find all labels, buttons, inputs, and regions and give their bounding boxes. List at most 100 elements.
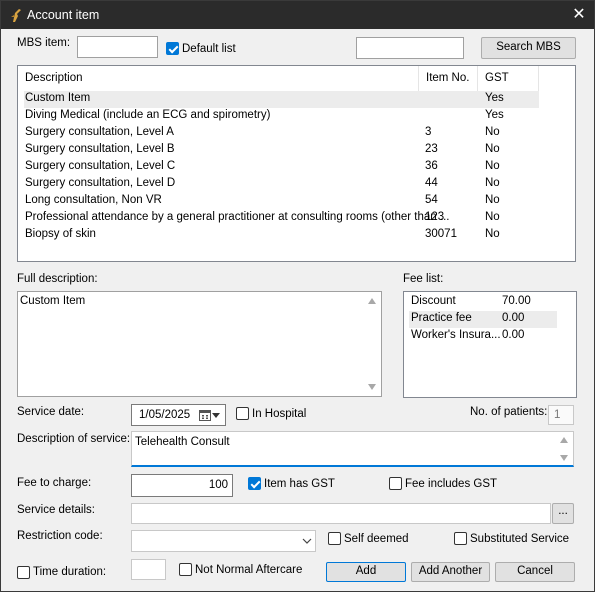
row-gst: No [485,177,500,189]
row-item-no: 54 [425,194,438,206]
calendar-icon[interactable] [199,409,211,421]
substituted-service-label: Substituted Service [470,533,570,545]
in-hospital-checkbox[interactable] [236,407,249,420]
service-details-browse-button[interactable]: ... [552,503,574,524]
scroll-down-icon[interactable] [368,384,376,390]
add-button-label: Add [355,565,377,577]
default-list-label: Default list [182,43,236,55]
list-item[interactable]: Discount 70.00 [409,294,557,311]
table-row[interactable]: Surgery consultation, Level C 36 No [24,159,539,176]
table-row[interactable]: Professional attendance by a general pra… [24,210,539,227]
column-header-description[interactable]: Description [18,66,419,91]
full-description-label: Full description: [17,273,98,285]
search-mbs-button[interactable]: Search MBS [481,37,576,59]
header-item-no-label: Item No. [426,72,470,84]
row-description: Surgery consultation, Level A [25,126,174,138]
header-description-label: Description [25,72,83,84]
row-description: Surgery consultation, Level D [25,177,176,189]
row-gst: No [485,194,500,206]
fee-to-charge-input[interactable]: 100 [131,474,233,497]
cancel-button[interactable]: Cancel [495,562,575,582]
time-duration-input[interactable] [131,559,166,580]
row-gst: Yes [485,92,504,104]
account-item-dialog: Account item ✕ MBS item: Default list Se… [0,0,595,592]
scroll-down-icon[interactable] [560,455,568,461]
row-item-no: 30071 [425,228,457,240]
row-description: Surgery consultation, Level C [25,160,176,172]
chevron-down-icon[interactable] [302,538,312,545]
self-deemed-label: Self deemed [344,533,409,545]
time-duration-checkbox[interactable] [17,566,30,579]
add-another-button[interactable]: Add Another [411,562,490,582]
row-item-no: 44 [425,177,438,189]
row-gst: No [485,160,500,172]
fee-name: Practice fee [411,312,472,324]
column-header-item-no[interactable]: Item No. [419,66,478,91]
not-normal-aftercare-label: Not Normal Aftercare [195,564,303,576]
table-row[interactable]: Surgery consultation, Level D 44 No [24,176,539,193]
add-button[interactable]: Add [326,562,406,582]
table-row[interactable]: Surgery consultation, Level A 3 No [24,125,539,142]
app-logo-icon [11,9,21,22]
full-description-text: Custom Item [20,295,86,307]
item-has-gst-checkbox[interactable] [248,477,261,490]
full-description-textarea[interactable]: Custom Item [17,291,382,397]
no-of-patients-label: No. of patients: [470,406,548,418]
fee-includes-gst-label: Fee includes GST [405,478,498,490]
self-deemed-checkbox[interactable] [328,532,341,545]
row-item-no: 36 [425,160,438,172]
service-date-value: 1/05/2025 [139,409,191,421]
table-row[interactable]: Biopsy of skin 30071 No [24,227,539,244]
row-description: Custom Item [25,92,91,104]
substituted-service-checkbox[interactable] [454,532,467,545]
title-bar: Account item ✕ [1,1,594,29]
list-item[interactable]: Practice fee 0.00 [409,311,557,328]
fee-value: 0.00 [502,329,525,341]
restriction-code-label: Restriction code: [17,530,103,542]
row-item-no: 123 [425,211,445,223]
mbs-item-label: MBS item: [17,37,71,49]
service-date-picker[interactable]: 1/05/2025 [131,404,226,426]
fee-includes-gst-checkbox[interactable] [389,477,402,490]
mbs-item-input[interactable] [77,36,158,58]
table-row[interactable]: Custom Item Yes [24,91,539,108]
close-icon[interactable]: ✕ [568,4,590,26]
window-title: Account item [27,8,100,22]
in-hospital-label: In Hospital [252,408,307,420]
row-description: Professional attendance by a general pra… [25,211,450,223]
service-date-label: Service date: [17,406,85,418]
search-mbs-button-label: Search MBS [496,41,561,53]
description-of-service-input[interactable]: Telehealth Consult [131,431,574,467]
not-normal-aftercare-checkbox[interactable] [179,563,192,576]
mbs-search-input[interactable] [356,37,464,59]
no-of-patients-input[interactable]: 1 [548,405,574,425]
chevron-down-icon[interactable] [212,413,220,418]
fee-to-charge-label: Fee to charge: [17,477,92,489]
time-duration-label: Time duration: [33,566,107,578]
table-row[interactable]: Diving Medical (include an ECG and spiro… [24,108,539,125]
row-gst: No [485,211,500,223]
restriction-code-select[interactable] [131,530,316,552]
table-row[interactable]: Surgery consultation, Level B 23 No [24,142,539,159]
fee-to-charge-value: 100 [208,479,228,491]
row-item-no: 3 [425,126,432,138]
fee-name: Worker's Insura... [411,329,501,341]
scroll-up-icon[interactable] [368,298,376,304]
fee-name: Discount [411,295,456,307]
description-of-service-text: Telehealth Consult [135,436,230,448]
scroll-up-icon[interactable] [560,437,568,443]
fee-value: 70.00 [502,295,531,307]
column-header-gst[interactable]: GST [478,66,539,91]
service-details-input[interactable] [131,503,551,524]
row-gst: No [485,126,500,138]
cancel-button-label: Cancel [517,565,553,577]
fee-list[interactable]: Discount 70.00 Practice fee 0.00 Worker'… [403,291,577,398]
row-description: Biopsy of skin [25,228,96,240]
mbs-item-list[interactable]: Description Item No. GST Custom Item Yes… [17,65,576,262]
list-item[interactable]: Worker's Insura... 0.00 [409,328,557,345]
default-list-checkbox[interactable] [166,42,179,55]
service-details-label: Service details: [17,504,95,516]
table-row[interactable]: Long consultation, Non VR 54 No [24,193,539,210]
add-another-button-label: Add Another [418,565,483,577]
row-gst: No [485,143,500,155]
